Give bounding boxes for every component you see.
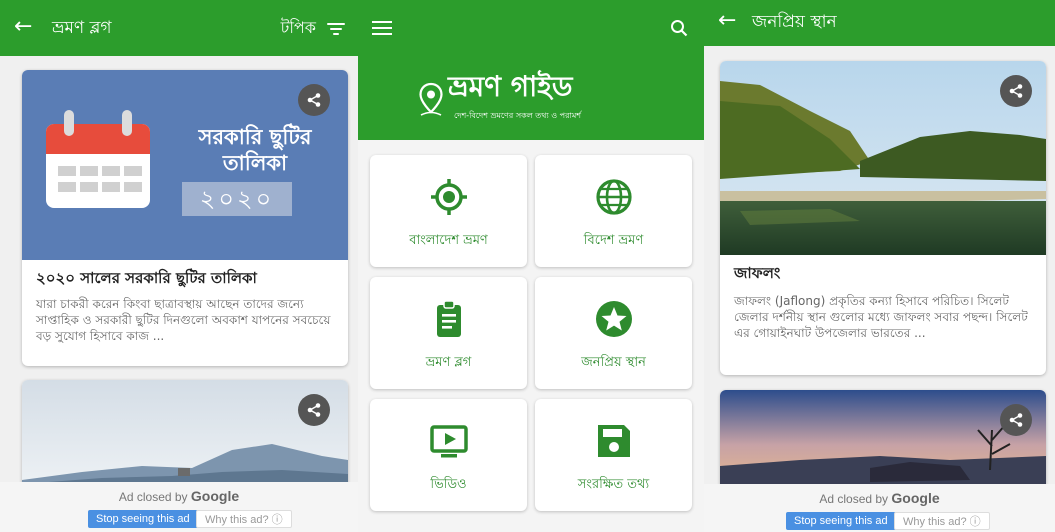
topic-filter-label[interactable]: টপিক [281,18,316,38]
tile-popular-places[interactable]: জনপ্রিয় স্থান [535,277,692,389]
ad-closed-text: Ad closed by Google [0,488,358,504]
target-icon [430,179,467,215]
share-icon [307,93,321,107]
app-subtitle: দেশ-বিদেশ ভ্রমণের সকল তথ্য ও পরামর্শ [454,111,582,120]
ad-banner: Ad closed by Google Stop seeing this ad … [0,482,358,532]
back-arrow-icon[interactable]: ← [718,8,736,34]
stop-seeing-ad-button[interactable]: Stop seeing this ad [88,510,198,528]
star-icon [595,301,632,337]
search-icon[interactable] [670,19,688,37]
card-title: জাফলং [734,264,781,282]
sunset-landscape-image [720,390,1046,490]
blog-card[interactable] [22,380,348,490]
share-button[interactable] [298,84,330,116]
tile-label: বাংলাদেশ ভ্রমণ [409,233,488,248]
tile-travel-blog[interactable]: ভ্রমণ ব্লগ [370,277,527,389]
blog-screen: ← ভ্রমণ ব্লগ টপিক সরকারি ছুটির তালিকা ২০… [0,0,358,532]
clipboard-icon [436,300,461,337]
why-this-ad-button[interactable]: Why this ad? ⓘ [894,512,990,530]
tile-bangladesh-travel[interactable]: বাংলাদেশ ভ্রমণ [370,155,527,267]
google-logo-text: Google [190,488,240,504]
tile-label: সংরক্ষিত তথ্য [577,477,650,492]
app-title: ভ্রমণ গাইড [448,70,573,103]
tile-foreign-travel[interactable]: বিদেশ ভ্রমণ [535,155,692,267]
menu-icon[interactable] [372,21,392,35]
ad-closed-label: Ad closed by [118,490,188,504]
filter-icon[interactable] [326,21,346,37]
home-app-bar [358,0,704,56]
card-title: ২০২০ সালের সরকারি ছুটির তালিকা [36,269,257,287]
jaflong-landscape-image [720,61,1046,255]
share-button[interactable] [1000,404,1032,436]
card-description: জাফলং (Jaflong) প্রকৃতির কন্যা হিসাবে পর… [734,294,1028,340]
tile-label: ভ্রমণ ব্লগ [425,355,472,370]
globe-icon [595,179,632,215]
mountain-landscape-image [22,380,348,490]
card-description: যারা চাকরী করেন কিংবা ছাত্রাবস্থায় আছেন… [36,297,331,343]
save-icon [597,425,630,457]
share-button[interactable] [298,394,330,426]
place-card[interactable] [720,390,1046,490]
popular-places-screen: ← জনপ্রিয় স্থান জাফলং জাফলং (Jaflong) প… [704,0,1055,532]
share-icon [1009,413,1023,427]
back-arrow-icon[interactable]: ← [14,14,32,40]
location-pin-logo-icon [419,82,443,116]
ad-banner: Ad closed by Google Stop seeing this ad … [704,484,1055,532]
image-year-text: ২০২০ [199,185,275,213]
home-screen: ভ্রমণ গাইড দেশ-বিদেশ ভ্রমণের সকল তথ্য ও … [358,0,704,532]
tile-label: জনপ্রিয় স্থান [581,355,646,370]
tile-label: বিদেশ ভ্রমণ [583,233,644,248]
app-header-banner: ভ্রমণ গাইড দেশ-বিদেশ ভ্রমণের সকল তথ্য ও … [358,56,704,140]
video-icon [429,425,468,458]
google-logo-text: Google [891,490,940,506]
places-app-bar: ← জনপ্রিয় স্থান [704,0,1055,46]
image-heading-text: সরকারি ছুটির তালিকা [198,125,312,175]
blog-title: ভ্রমণ ব্লগ [52,18,112,38]
tile-saved-info[interactable]: সংরক্ষিত তথ্য [535,399,692,511]
ad-closed-text: Ad closed by Google [704,490,1055,506]
blog-card[interactable]: সরকারি ছুটির তালিকা ২০২০ ২০২০ সালের সরকা… [22,70,348,366]
place-card[interactable]: জাফলং জাফলং (Jaflong) প্রকৃতির কন্যা হিস… [720,61,1046,375]
stop-seeing-ad-button[interactable]: Stop seeing this ad [786,512,896,530]
share-icon [1009,84,1023,98]
places-title: জনপ্রিয় স্থান [752,12,837,32]
why-this-ad-button[interactable]: Why this ad? ⓘ [196,510,292,528]
share-button[interactable] [1000,75,1032,107]
tile-video[interactable]: ভিডিও [370,399,527,511]
share-icon [307,403,321,417]
ad-closed-label: Ad closed by [819,492,889,506]
tile-label: ভিডিও [430,477,467,492]
blog-app-bar: ← ভ্রমণ ব্লগ টপিক [0,0,358,56]
